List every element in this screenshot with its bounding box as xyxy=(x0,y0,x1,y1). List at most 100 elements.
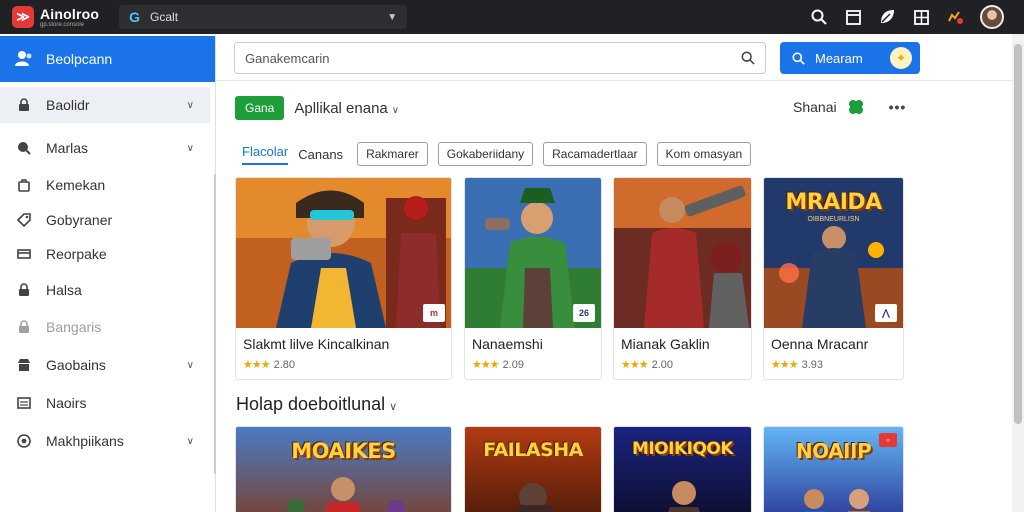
sidebar-item-label: Halsa xyxy=(46,282,82,298)
search-icon[interactable] xyxy=(741,51,755,65)
sidebar-item[interactable]: Reorpake xyxy=(0,236,210,272)
game-rating: ★★★ 2.80 xyxy=(243,359,296,371)
search-button[interactable]: Mearam ✦ xyxy=(780,42,920,74)
game-title: Oenna Mracanr xyxy=(771,336,869,352)
game-poster[interactable]: FAILASHA xyxy=(464,426,602,512)
sidebar-item[interactable]: Gobyraner xyxy=(0,202,210,238)
game-card[interactable]: m Slakmt lilve Kincalkinan ★★★ 2.80 xyxy=(235,177,452,380)
avatar[interactable] xyxy=(980,5,1004,29)
sidebar-header[interactable]: Beolpcann xyxy=(0,36,215,82)
game-title: Mianak Gaklin xyxy=(621,336,710,352)
game-poster[interactable]: MIOIKIQOK xyxy=(613,426,752,512)
page-scrollbar[interactable] xyxy=(1012,34,1024,512)
sidebar-item[interactable]: Naoirs xyxy=(0,385,210,421)
section-title[interactable]: Holap doeboitlunal ∨ xyxy=(236,394,397,415)
game-artwork: 26 xyxy=(465,178,601,328)
grid-icon[interactable] xyxy=(912,8,930,26)
sidebar-header-label: Beolpcann xyxy=(46,51,113,67)
sidebar-item-label: Naoirs xyxy=(46,395,87,411)
sidebar-item[interactable]: Makhpiikans ∨ xyxy=(0,423,210,459)
category-title[interactable]: Apllikal enana ∨ xyxy=(294,100,399,117)
bag-icon xyxy=(16,177,32,193)
chevron-down-icon: ∨ xyxy=(389,401,398,413)
game-poster[interactable]: NOAIIP ▫ xyxy=(763,426,904,512)
rating-badge: 26 xyxy=(573,304,595,322)
top-bar: ≫ Ainolroo gp.store.console G Gcalt ▼ xyxy=(0,0,1024,34)
game-rating: ★★★ 2.00 xyxy=(621,359,674,371)
search-placeholder: Ganakemcarin xyxy=(245,50,330,66)
game-title: Nanaemshi xyxy=(472,336,543,352)
sidebar-item-label: Reorpake xyxy=(46,246,107,262)
list-icon xyxy=(16,395,32,411)
sidebar-item[interactable]: Bangaris xyxy=(0,309,210,345)
game-artwork: m xyxy=(236,178,451,328)
sidebar-item-label: Baolidr xyxy=(46,97,90,113)
share-label[interactable]: Shanai xyxy=(793,99,837,115)
account-selector[interactable]: G Gcalt ▼ xyxy=(119,5,408,29)
chevron-down-icon: ∨ xyxy=(186,99,194,111)
divider xyxy=(216,80,1012,81)
game-artwork: MRAIDA OIBBNEURLISN ⋀ xyxy=(764,178,903,328)
game-title: Slakmt lilve Kincalkinan xyxy=(243,336,390,352)
sidebar-item-label: Marlas xyxy=(46,140,89,156)
tab[interactable]: Canans xyxy=(298,147,343,162)
sidebar-item[interactable]: Kemekan xyxy=(0,167,210,203)
game-card[interactable]: Mianak Gaklin ★★★ 2.00 xyxy=(613,177,752,380)
filter-chip[interactable]: Kom omasyan xyxy=(656,142,752,166)
users-icon xyxy=(15,51,32,66)
sidebar-item[interactable]: Halsa xyxy=(0,272,210,308)
clover-icon[interactable] xyxy=(847,98,865,116)
app-subtitle: gp.store.console xyxy=(40,21,85,28)
main-content: Ganakemcarin Mearam ✦ Gana Apllikal enan… xyxy=(216,34,1012,512)
filter-chip[interactable]: Rakmarer xyxy=(357,142,428,166)
game-poster[interactable]: MOAIKES xyxy=(235,426,452,512)
game-card[interactable]: MRAIDA OIBBNEURLISN ⋀ Oenna Mracanr ★★★ 3… xyxy=(763,177,904,380)
leaf-icon[interactable] xyxy=(878,8,896,26)
sidebar-item-label: Kemekan xyxy=(46,177,106,193)
game-card[interactable]: 26 Nanaemshi ★★★ 2.09 xyxy=(464,177,602,380)
rating-badge: ⋀ xyxy=(875,304,897,322)
chevron-down-icon: ∨ xyxy=(186,359,194,371)
poster-artwork: MIOIKIQOK xyxy=(614,427,751,512)
sidebar-item[interactable]: Baolidr ∨ xyxy=(0,87,210,123)
window-icon[interactable] xyxy=(844,8,862,26)
filter-chip[interactable]: Racamadertlaar xyxy=(543,142,647,166)
logo-icon: ≫ xyxy=(12,6,34,28)
more-options-icon[interactable]: ••• xyxy=(889,99,907,115)
category-pill[interactable]: Gana xyxy=(235,96,285,120)
rating-badge: m xyxy=(423,304,445,322)
sidebar-item[interactable]: Gaobains ∨ xyxy=(0,347,210,383)
sidebar-item[interactable]: Marlas ∨ xyxy=(0,130,210,166)
scrollbar-thumb[interactable] xyxy=(1014,44,1022,424)
sidebar-item-label: Gaobains xyxy=(46,357,106,373)
search-button-label: Mearam xyxy=(815,50,863,66)
chevron-down-icon: ∨ xyxy=(391,104,400,116)
sidebar: Beolpcann Baolidr ∨ Marlas ∨ Kemekan Gobyrane… xyxy=(0,34,217,512)
card-icon xyxy=(16,246,32,262)
google-icon: G xyxy=(129,9,141,25)
sidebar-item-label: Makhpiikans xyxy=(46,433,124,449)
tab[interactable]: Flacolar xyxy=(242,144,289,165)
poster-subtitle: OIBBNEURLISN xyxy=(807,216,860,223)
chevron-down-icon: ∨ xyxy=(186,142,194,154)
app-title: Ainolroo xyxy=(40,5,100,22)
tag-icon xyxy=(16,212,32,228)
sidebar-item-label: Gobyraner xyxy=(46,212,113,228)
poster-title: MRAIDA xyxy=(785,190,882,215)
account-label: Gcalt xyxy=(150,10,179,24)
search-input[interactable]: Ganakemcarin xyxy=(234,42,766,74)
search-icon[interactable] xyxy=(810,8,828,26)
search-icon xyxy=(792,51,805,65)
poster-artwork: MOAIKES xyxy=(236,427,451,512)
pin-icon xyxy=(16,140,32,156)
app-logo[interactable]: ≫ Ainolroo gp.store.console xyxy=(12,6,99,28)
filter-chip[interactable]: Gokaberiidany xyxy=(437,142,534,166)
lock-icon xyxy=(16,282,32,298)
sidebar-item-label: Bangaris xyxy=(46,319,102,335)
chevron-down-icon: ∨ xyxy=(186,435,194,447)
game-rating: ★★★ 3.93 xyxy=(771,359,824,371)
notification-icon[interactable] xyxy=(946,8,964,26)
store-icon xyxy=(16,357,32,373)
target-icon xyxy=(16,433,32,449)
poster-artwork: FAILASHA xyxy=(465,427,601,512)
